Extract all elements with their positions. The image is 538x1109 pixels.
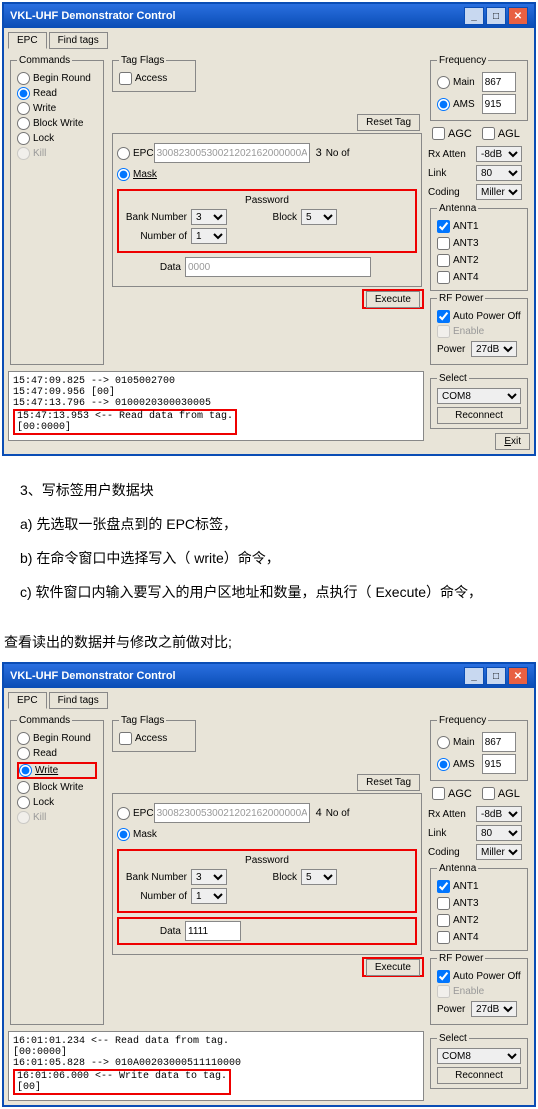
agl-chk[interactable] — [482, 127, 495, 140]
ant2[interactable] — [437, 254, 450, 267]
cmd-write-2[interactable] — [19, 764, 32, 777]
cmd-read-2[interactable] — [17, 747, 30, 760]
commands-legend: Commands — [17, 55, 72, 66]
freq-legend: Frequency — [437, 55, 488, 66]
bank-select-2[interactable]: 3 — [191, 869, 227, 885]
rxatten-sel[interactable]: -8dB — [476, 146, 522, 162]
agc-chk[interactable] — [432, 127, 445, 140]
cmd-blockwrite[interactable] — [17, 117, 30, 130]
com-sel-2[interactable]: COM8 — [437, 1048, 521, 1064]
ant3[interactable] — [437, 237, 450, 250]
epc-radio[interactable] — [117, 147, 130, 160]
data-input[interactable] — [185, 257, 371, 277]
bank-select[interactable]: 3 — [191, 209, 227, 225]
execute-button[interactable]: Execute — [366, 291, 420, 308]
tab-epc-2[interactable]: EPC — [8, 692, 47, 709]
autopower-2[interactable] — [437, 970, 450, 983]
link-sel[interactable]: 80 — [476, 165, 522, 181]
ant4-2[interactable] — [437, 931, 450, 944]
freq-ams[interactable] — [437, 98, 450, 111]
cmd-write[interactable] — [17, 102, 30, 115]
title: VKL-UHF Demonstrator Control — [10, 10, 176, 22]
tab-epc[interactable]: EPC — [8, 32, 47, 49]
numof-select-2[interactable]: 1 — [191, 888, 227, 904]
password-label: Password — [123, 195, 411, 206]
coding-sel-2[interactable]: Miller 2 — [476, 844, 522, 860]
access-checkbox[interactable] — [119, 72, 132, 85]
cmd-read[interactable] — [17, 87, 30, 100]
tab-findtags[interactable]: Find tags — [49, 32, 108, 49]
power-sel-2[interactable]: 27dBm — [471, 1001, 517, 1017]
autopower[interactable] — [437, 310, 450, 323]
exit-btn[interactable]: Exit — [495, 433, 530, 450]
enable — [437, 325, 450, 338]
rxatten-sel-2[interactable]: -8dB — [476, 806, 522, 822]
cmd-kill — [17, 147, 30, 160]
link-sel-2[interactable]: 80 — [476, 825, 522, 841]
access-checkbox-2[interactable] — [119, 732, 132, 745]
block-select[interactable]: 5 — [301, 209, 337, 225]
numof-select[interactable]: 1 — [191, 228, 227, 244]
cmd-kill-2 — [17, 811, 30, 824]
close-button-2[interactable]: ✕ — [508, 667, 528, 685]
ant1-2[interactable] — [437, 880, 450, 893]
freq-main[interactable] — [437, 76, 450, 89]
power-sel[interactable]: 27dBm — [471, 341, 517, 357]
antenna-legend: Antenna — [437, 203, 478, 214]
cmd-begin-2[interactable] — [17, 732, 30, 745]
agl-chk-2[interactable] — [482, 787, 495, 800]
cmd-lock[interactable] — [17, 132, 30, 145]
execute-button-2[interactable]: Execute — [366, 959, 420, 976]
mask-radio[interactable] — [117, 168, 130, 181]
block-select-2[interactable]: 5 — [301, 869, 337, 885]
reconnect-btn[interactable]: Reconnect — [437, 407, 521, 424]
enable-2 — [437, 985, 450, 998]
minimize-button[interactable]: _ — [464, 7, 484, 25]
log-area: 15:47:09.825 --> 0105002700 15:47:09.956… — [8, 371, 424, 441]
titlebar: VKL-UHF Demonstrator Control _ □ ✕ — [4, 4, 534, 28]
epc-input[interactable] — [154, 143, 310, 163]
data-input-2[interactable] — [185, 921, 241, 941]
coding-sel[interactable]: Miller 2 — [476, 184, 522, 200]
ant2-2[interactable] — [437, 914, 450, 927]
freq-ams-2[interactable] — [437, 758, 450, 771]
ant4[interactable] — [437, 271, 450, 284]
select-legend: Select — [437, 373, 469, 384]
titlebar-2: VKL-UHF Demonstrator Control _ □ ✕ — [4, 664, 534, 688]
reset-tag-button[interactable]: Reset Tag — [357, 114, 420, 131]
tab-findtags-2[interactable]: Find tags — [49, 692, 108, 709]
ant1[interactable] — [437, 220, 450, 233]
cmd-lock-2[interactable] — [17, 796, 30, 809]
mask-radio-2[interactable] — [117, 828, 130, 841]
cmd-begin[interactable] — [17, 72, 30, 85]
maximize-button-2[interactable]: □ — [486, 667, 506, 685]
reconnect-btn-2[interactable]: Reconnect — [437, 1067, 521, 1084]
log-area-2: 16:01:01.234 <-- Read data from tag. [00… — [8, 1031, 424, 1101]
com-sel[interactable]: COM8 — [437, 388, 521, 404]
freq-main-2[interactable] — [437, 736, 450, 749]
tagflags-legend: Tag Flags — [119, 55, 166, 66]
epc-radio-2[interactable] — [117, 807, 130, 820]
epc-input-2[interactable] — [154, 803, 310, 823]
minimize-button-2[interactable]: _ — [464, 667, 484, 685]
reset-tag-button-2[interactable]: Reset Tag — [357, 774, 420, 791]
close-button[interactable]: ✕ — [508, 7, 528, 25]
doc-text: 3、写标签用户数据块 a) 先选取一张盘点到的 EPC标签， b) 在命令窗口中… — [0, 458, 538, 624]
ant3-2[interactable] — [437, 897, 450, 910]
rfpower-legend: RF Power — [437, 293, 485, 304]
cmd-blockwrite-2[interactable] — [17, 781, 30, 794]
agc-chk-2[interactable] — [432, 787, 445, 800]
maximize-button[interactable]: □ — [486, 7, 506, 25]
